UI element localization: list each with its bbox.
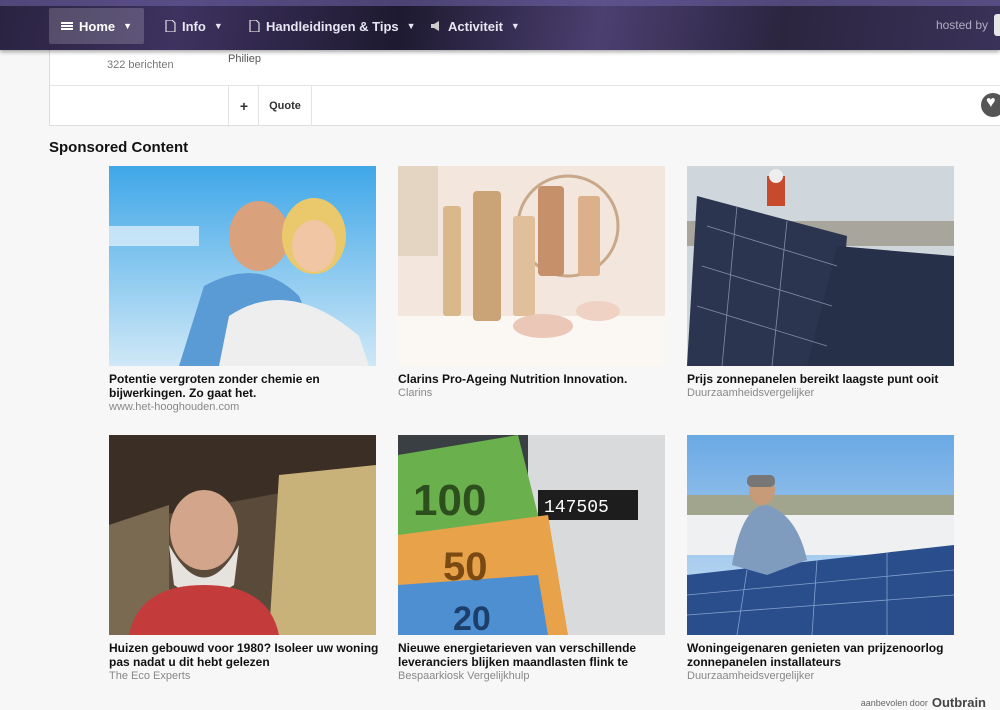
nav-handleidingen[interactable]: Handleidingen & Tips ▼ [236, 8, 428, 44]
sponsored-thumbnail[interactable]: 147505 100 50 20 [398, 435, 665, 635]
megaphone-icon [430, 20, 442, 32]
nav-home[interactable]: Home ▼ [49, 8, 145, 44]
chevron-down-icon: ▼ [406, 21, 416, 31]
recommended-label: aanbevolen door [860, 697, 928, 708]
sponsored-card-title[interactable]: Huizen gebouwd voor 1980? Isoleer uw won… [109, 641, 379, 669]
top-navbar: Home ▼ Info ▼ Handleidingen & Tips ▼ Act… [0, 0, 1000, 50]
hosted-by-label: hosted by [935, 18, 988, 32]
sponsored-card-source: Bespaarkiosk Vergelijkhulp [398, 670, 530, 682]
sponsored-card-source: Clarins [398, 387, 433, 399]
post-count: 322 berichten [107, 59, 174, 71]
sponsored-title: Sponsored Content [49, 139, 189, 156]
sponsored-card-title[interactable]: Woningeigenaren genieten van prijzenoorl… [687, 641, 957, 669]
nav-info[interactable]: Info ▼ [152, 8, 235, 44]
divider [50, 85, 1000, 86]
menu-icon [61, 20, 73, 32]
svg-text:147505: 147505 [544, 498, 609, 518]
chevron-down-icon: ▼ [123, 21, 133, 31]
outbrain-attribution[interactable]: aanbevolen door Outbrain [861, 695, 986, 710]
nav-info-label: Info [182, 18, 206, 34]
chevron-down-icon: ▼ [213, 21, 223, 31]
sponsored-card-source: Duurzaamheidsvergelijker [687, 387, 815, 399]
quote-button[interactable]: Quote [259, 86, 312, 126]
sponsored-card[interactable]: 147505 100 50 20 Nieuwe energietarieven … [398, 435, 665, 682]
chevron-down-icon: ▼ [510, 21, 520, 31]
document-icon [248, 19, 260, 33]
post-panel: 322 berichten Philiep + Quote [49, 38, 1000, 127]
nav-activiteit-label: Activiteit [448, 18, 503, 34]
multiquote-button[interactable]: + [230, 86, 259, 126]
divider [228, 85, 229, 127]
post-author[interactable]: Philiep [228, 53, 261, 65]
sponsored-card[interactable]: Potentie vergroten zonder chemie en bijw… [109, 166, 376, 413]
nav-activiteit[interactable]: Activiteit ▼ [418, 8, 532, 44]
sponsored-card-source: The Eco Experts [109, 670, 191, 682]
sponsored-card[interactable]: Clarins Pro-Ageing Nutrition Innovation.… [398, 166, 665, 399]
sponsored-thumbnail[interactable] [109, 435, 376, 635]
svg-text:50: 50 [443, 545, 488, 589]
sponsored-thumbnail[interactable] [398, 166, 665, 366]
like-heart-icon[interactable] [981, 93, 1000, 117]
sponsored-card-source: www.het-hooghouden.com [109, 401, 240, 413]
sponsored-card-source: Duurzaamheidsvergelijker [687, 670, 815, 682]
outbrain-logo: Outbrain [931, 695, 986, 710]
svg-text:100: 100 [413, 476, 486, 525]
nav-home-label: Home [79, 18, 116, 34]
sponsored-thumbnail[interactable] [109, 166, 376, 366]
svg-text:20: 20 [453, 600, 491, 635]
sponsored-card-title[interactable]: Clarins Pro-Ageing Nutrition Innovation. [398, 372, 668, 386]
document-icon [164, 19, 176, 33]
sponsored-card-title[interactable]: Nieuwe energietarieven van verschillende… [398, 641, 668, 669]
sponsored-card[interactable]: Huizen gebouwd voor 1980? Isoleer uw won… [109, 435, 379, 682]
sponsored-thumbnail[interactable] [687, 435, 954, 635]
sponsored-card[interactable]: Woningeigenaren genieten van prijzenoorl… [687, 435, 954, 682]
nav-handleidingen-label: Handleidingen & Tips [266, 18, 399, 34]
sponsored-card[interactable]: Prijs zonnepanelen bereikt laagste punt … [687, 166, 954, 399]
host-logo[interactable] [994, 14, 1000, 36]
sponsored-card-title[interactable]: Prijs zonnepanelen bereikt laagste punt … [687, 372, 957, 386]
sponsored-card-title[interactable]: Potentie vergroten zonder chemie en bijw… [109, 372, 379, 400]
sponsored-thumbnail[interactable] [687, 166, 954, 366]
